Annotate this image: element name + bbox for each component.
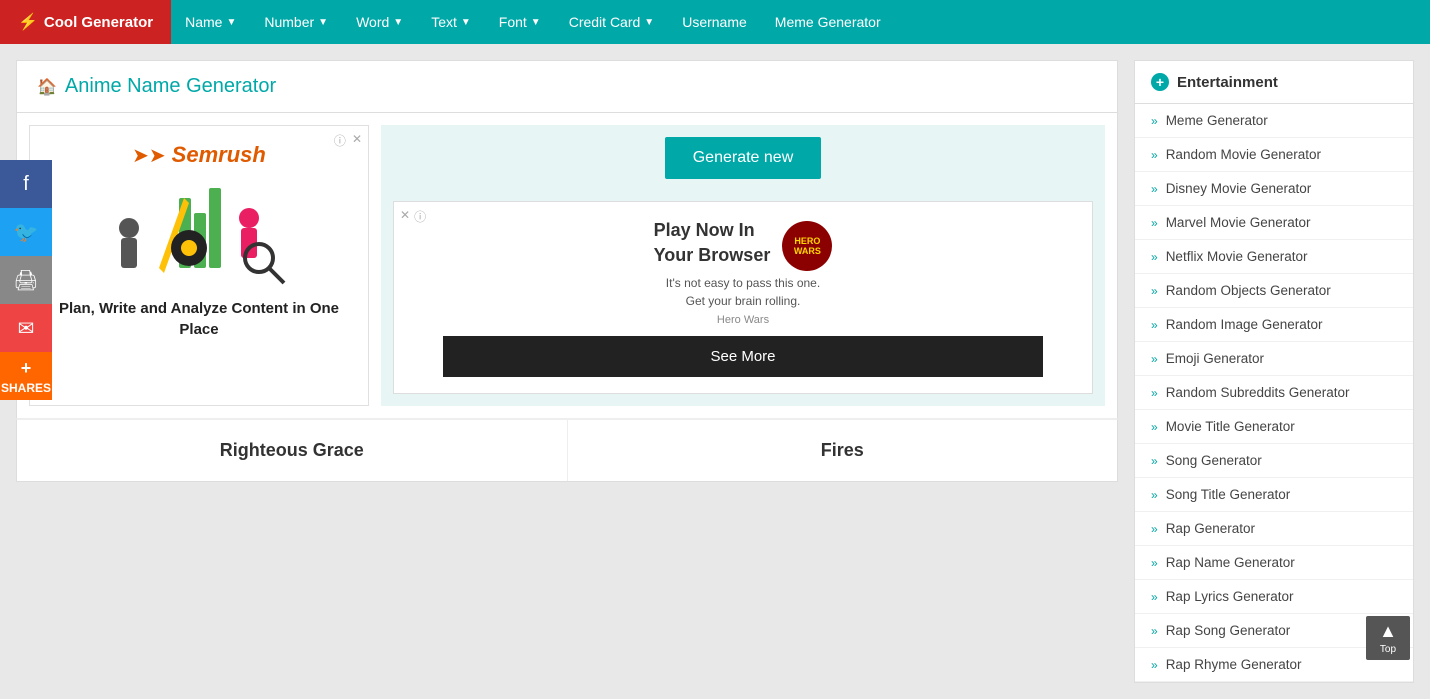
sidebar-item-random-objects[interactable]: » Random Objects Generator: [1135, 274, 1413, 308]
chevron-right-icon: »: [1151, 556, 1158, 570]
chevron-right-icon: »: [1151, 386, 1158, 400]
print-button[interactable]: 🖨: [0, 256, 52, 304]
nav-item-font[interactable]: Font ▼: [485, 0, 555, 44]
semrush-brand-text: Semrush: [172, 142, 266, 168]
sidebar-item-netflix-movie[interactable]: » Netflix Movie Generator: [1135, 240, 1413, 274]
twitter-share-button[interactable]: 🐦: [0, 208, 52, 256]
generate-button[interactable]: Generate new: [665, 137, 822, 179]
chevron-right-icon: »: [1151, 284, 1158, 298]
hero-wars-ad: ✕ ⓘ Play Now In Your Browser HEROWARS It…: [393, 201, 1093, 394]
nav-item-meme[interactable]: Meme Generator: [761, 0, 895, 44]
ad-right: Generate new ✕ ⓘ Play Now In Your Browse…: [381, 125, 1105, 406]
sidebar-item-random-movie[interactable]: » Random Movie Generator: [1135, 138, 1413, 172]
sidebar-item-rap[interactable]: » Rap Generator: [1135, 512, 1413, 546]
name-results: Righteous Grace Fires: [16, 419, 1118, 482]
chevron-right-icon: »: [1151, 590, 1158, 604]
sidebar-item-rap-name[interactable]: » Rap Name Generator: [1135, 546, 1413, 580]
page-header: 🏠 Anime Name Generator: [16, 60, 1118, 113]
nav-items: Name ▼ Number ▼ Word ▼ Text ▼ Font ▼ Cre…: [171, 0, 895, 44]
nav-item-text[interactable]: Text ▼: [417, 0, 485, 44]
chevron-right-icon: »: [1151, 318, 1158, 332]
sidebar-item-marvel-movie[interactable]: » Marvel Movie Generator: [1135, 206, 1413, 240]
close-icon[interactable]: ✕: [352, 132, 362, 149]
chevron-down-icon: ▼: [644, 17, 654, 28]
top-nav: ⚡ Cool Generator Name ▼ Number ▼ Word ▼ …: [0, 0, 1430, 44]
chevron-right-icon: »: [1151, 454, 1158, 468]
close-icon[interactable]: ✕: [400, 208, 410, 225]
chevron-right-icon: »: [1151, 488, 1158, 502]
ad-controls: ✕ ⓘ: [400, 208, 426, 225]
chevron-right-icon: »: [1151, 148, 1158, 162]
chevron-right-icon: »: [1151, 250, 1158, 264]
info-icon[interactable]: ⓘ: [334, 132, 346, 149]
home-icon: 🏠: [37, 77, 57, 97]
semrush-arrow-icon: ➤➤: [132, 143, 166, 168]
sidebar-section-entertainment: + Entertainment » Meme Generator » Rando…: [1134, 60, 1414, 683]
chevron-right-icon: »: [1151, 624, 1158, 638]
chevron-right-icon: »: [1151, 522, 1158, 536]
see-more-button[interactable]: See More: [443, 336, 1042, 377]
sidebar-item-emoji[interactable]: » Emoji Generator: [1135, 342, 1413, 376]
chevron-right-icon: »: [1151, 216, 1158, 230]
sidebar-item-rap-lyrics[interactable]: » Rap Lyrics Generator: [1135, 580, 1413, 614]
name-result-2: Fires: [568, 420, 1118, 481]
sidebar-item-song[interactable]: » Song Generator: [1135, 444, 1413, 478]
chevron-right-icon: »: [1151, 114, 1158, 128]
bolt-icon: ⚡: [18, 12, 38, 32]
nav-item-number[interactable]: Number ▼: [250, 0, 342, 44]
sidebar-item-meme-generator[interactable]: » Meme Generator: [1135, 104, 1413, 138]
chevron-right-icon: »: [1151, 658, 1158, 672]
scroll-top-label: Top: [1380, 644, 1396, 655]
ad-area: ⓘ ✕ ➤➤ Semrush: [16, 113, 1118, 419]
facebook-share-button[interactable]: f: [0, 160, 52, 208]
chevron-down-icon: ▼: [461, 17, 471, 28]
chevron-right-icon: »: [1151, 352, 1158, 366]
nav-item-credit-card[interactable]: Credit Card ▼: [555, 0, 669, 44]
share-button[interactable]: + SHARES: [0, 352, 52, 400]
chevron-down-icon: ▼: [393, 17, 403, 28]
chevron-down-icon: ▼: [531, 17, 541, 28]
semrush-logo: ➤➤ Semrush: [132, 142, 266, 168]
sidebar-item-random-subreddits[interactable]: » Random Subreddits Generator: [1135, 376, 1413, 410]
game-subtitle: It's not easy to pass this one.Get your …: [410, 274, 1076, 310]
email-share-button[interactable]: ✉: [0, 304, 52, 352]
nav-item-word[interactable]: Word ▼: [342, 0, 417, 44]
chevron-down-icon: ▼: [318, 17, 328, 28]
main-layout: 🏠 Anime Name Generator ⓘ ✕ ➤➤ Semrush: [0, 44, 1430, 699]
semrush-illustration: [99, 178, 299, 298]
sidebar-item-song-title[interactable]: » Song Title Generator: [1135, 478, 1413, 512]
sidebar-section-title: Entertainment: [1177, 74, 1278, 91]
ad-tagline: Plan, Write and Analyze Content in One P…: [46, 298, 352, 340]
social-bar: f 🐦 🖨 ✉ + SHARES: [0, 160, 52, 400]
nav-item-username[interactable]: Username: [668, 0, 761, 44]
ad-info-icons: ⓘ ✕: [334, 132, 362, 149]
page-title: Anime Name Generator: [65, 75, 276, 98]
chevron-down-icon: ▼: [226, 17, 236, 28]
sidebar-item-movie-title[interactable]: » Movie Title Generator: [1135, 410, 1413, 444]
content-area: 🏠 Anime Name Generator ⓘ ✕ ➤➤ Semrush: [16, 60, 1118, 683]
hero-wars-badge: HEROWARS: [782, 221, 832, 271]
chevron-right-icon: »: [1151, 420, 1158, 434]
chevron-right-icon: »: [1151, 182, 1158, 196]
sidebar-item-random-image[interactable]: » Random Image Generator: [1135, 308, 1413, 342]
nav-brand[interactable]: ⚡ Cool Generator: [0, 0, 171, 44]
sidebar: + Entertainment » Meme Generator » Rando…: [1134, 60, 1414, 683]
sidebar-section-header: + Entertainment: [1135, 61, 1413, 104]
info-icon[interactable]: ⓘ: [414, 208, 426, 225]
scroll-to-top-button[interactable]: ▲ Top: [1366, 616, 1410, 660]
sidebar-item-disney-movie[interactable]: » Disney Movie Generator: [1135, 172, 1413, 206]
game-source: Hero Wars: [410, 314, 1076, 326]
arrow-up-icon: ▲: [1379, 621, 1397, 642]
game-title: Play Now In Your Browser: [654, 218, 771, 268]
name-result-1: Righteous Grace: [17, 420, 568, 481]
nav-item-name[interactable]: Name ▼: [171, 0, 250, 44]
semrush-ad: ⓘ ✕ ➤➤ Semrush: [29, 125, 369, 406]
plus-icon: +: [1151, 73, 1169, 91]
